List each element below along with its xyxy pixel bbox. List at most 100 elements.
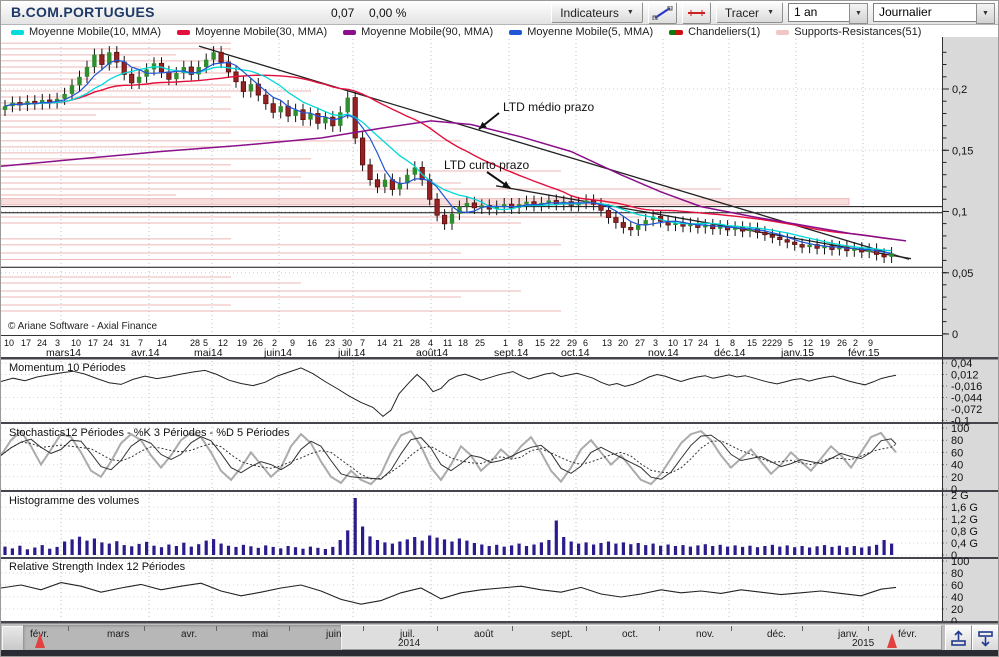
volume-bar bbox=[63, 542, 66, 556]
candle-up bbox=[204, 60, 208, 67]
scrollbar-month-label: févr. bbox=[898, 629, 917, 640]
volume-bar bbox=[681, 545, 684, 555]
volume-bar bbox=[428, 536, 431, 556]
scrollbar-tick bbox=[512, 626, 513, 631]
axis-label: 80 bbox=[951, 435, 963, 447]
stochastics-panel-title: Stochastics12 Périodes - %K 3 Périodes -… bbox=[9, 427, 290, 439]
candle-down bbox=[241, 82, 245, 92]
day-tick-label: 24 bbox=[698, 338, 708, 348]
scrollbar-month-label: nov. bbox=[696, 629, 714, 640]
volume-bar bbox=[234, 547, 237, 555]
volume-bar bbox=[771, 545, 774, 555]
candle-up bbox=[3, 106, 7, 110]
volume-bar bbox=[56, 547, 59, 555]
volume-bar bbox=[629, 544, 632, 555]
day-tick-label: 22 bbox=[550, 338, 560, 348]
volume-bar bbox=[182, 543, 185, 555]
volume-bar bbox=[301, 549, 304, 555]
volume-bar bbox=[808, 548, 811, 556]
volume-bar bbox=[622, 542, 625, 555]
volume-bar bbox=[704, 544, 707, 555]
trendline-annotation: LTD médio prazo bbox=[503, 100, 594, 114]
candle-down bbox=[800, 245, 804, 248]
scrollbar-month-label: déc. bbox=[767, 629, 786, 640]
zoom-in-button[interactable] bbox=[945, 625, 972, 651]
axis-label: 100 bbox=[951, 556, 969, 568]
axis-label: 0,1 bbox=[952, 207, 967, 219]
candle-down bbox=[167, 72, 171, 79]
volume-bar bbox=[756, 547, 759, 555]
scrollbar-corner-button[interactable] bbox=[2, 626, 24, 651]
candle-down bbox=[778, 237, 782, 239]
axis-label: 0 bbox=[952, 329, 958, 341]
stochastic-raw-line bbox=[1, 431, 896, 484]
volume-bar bbox=[11, 548, 14, 555]
volume-bar bbox=[853, 546, 856, 555]
volume-bar bbox=[406, 539, 409, 555]
scrollbar-tick bbox=[437, 626, 438, 631]
volume-bar bbox=[614, 544, 617, 555]
candle-down bbox=[621, 223, 625, 228]
day-tick-label: 15 bbox=[747, 338, 757, 348]
volume-bar bbox=[875, 545, 878, 555]
volume-bar bbox=[398, 542, 401, 556]
axis-label: 1,2 G bbox=[951, 514, 978, 526]
candle-up bbox=[211, 52, 215, 59]
volume-bar bbox=[532, 545, 535, 556]
day-tick-label: 18 bbox=[458, 338, 468, 348]
candle-down bbox=[606, 210, 610, 217]
panel-separator bbox=[1, 490, 999, 492]
volume-bar bbox=[41, 545, 44, 555]
day-tick-label: 23 bbox=[325, 338, 335, 348]
volume-bar bbox=[421, 541, 424, 555]
candle-up bbox=[465, 203, 469, 207]
volume-bar bbox=[696, 545, 699, 555]
time-range-scrollbar[interactable]: févr.marsavr.maijuinjuil.aoûtsept.oct.no… bbox=[1, 623, 999, 650]
volume-bar bbox=[823, 545, 826, 555]
volume-bar bbox=[152, 546, 155, 555]
rsi-line bbox=[1, 583, 896, 605]
day-tick-label: 17 bbox=[683, 338, 693, 348]
volume-bar bbox=[674, 546, 677, 555]
axis-label: 60 bbox=[951, 580, 963, 592]
scrollbar-year-label: 2014 bbox=[398, 638, 420, 649]
resistance-band bbox=[1, 199, 849, 205]
momentum-panel-title: Momentum 10 Périodes bbox=[9, 362, 126, 374]
candle-down bbox=[264, 95, 268, 104]
volume-bar bbox=[33, 548, 36, 556]
volume-bar bbox=[868, 546, 871, 555]
volume-bar bbox=[786, 545, 789, 555]
trendline-annotation: LTD curto prazo bbox=[444, 158, 529, 172]
range-handle[interactable] bbox=[35, 633, 45, 648]
candle-up bbox=[308, 114, 312, 120]
scrollbar-month-label: oct. bbox=[622, 629, 638, 640]
day-tick-label: 19 bbox=[820, 338, 830, 348]
zoom-out-button[interactable] bbox=[972, 625, 999, 651]
volume-bar bbox=[711, 546, 714, 555]
volume-bar bbox=[339, 540, 342, 555]
month-tick-label: juil.14 bbox=[338, 347, 365, 359]
day-tick-label: 31 bbox=[120, 338, 130, 348]
axis-label: -0,072 bbox=[951, 404, 982, 416]
month-tick-label: mai14 bbox=[194, 347, 223, 359]
app-window: B.COM.PORTUGUES 0,07 0,00 % Indicateurs … bbox=[0, 0, 999, 657]
volume-bar bbox=[391, 544, 394, 555]
volume-bar bbox=[890, 544, 893, 555]
scrollbar-month-label: mai bbox=[252, 629, 268, 640]
candle-down bbox=[763, 232, 767, 234]
volume-bar bbox=[652, 544, 655, 555]
volume-bar bbox=[115, 541, 118, 555]
candle-down bbox=[316, 114, 320, 124]
volume-bar bbox=[190, 547, 193, 555]
range-handle[interactable] bbox=[887, 633, 897, 648]
candle-up bbox=[346, 98, 350, 113]
candle-down bbox=[629, 227, 633, 229]
rsi-panel-title: Relative Strength Index 12 Périodes bbox=[9, 561, 185, 573]
candle-down bbox=[368, 165, 372, 180]
candle-up bbox=[137, 77, 141, 83]
trendline bbox=[199, 46, 909, 259]
candle-down bbox=[770, 235, 774, 238]
candle-up bbox=[383, 180, 387, 187]
volume-bar bbox=[562, 537, 565, 555]
candle-down bbox=[219, 52, 223, 62]
